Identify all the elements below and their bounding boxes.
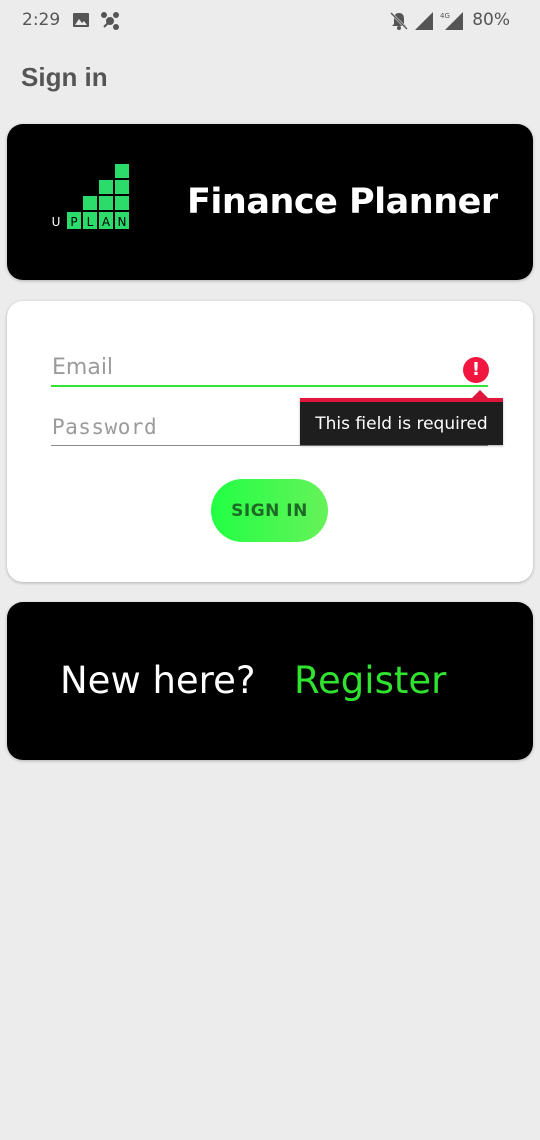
- uplan-logo: U P L A N: [49, 164, 139, 234]
- signal-4g-icon: 4G: [440, 11, 464, 36]
- app-title: Finance Planner: [187, 182, 498, 222]
- register-card: New here? Register: [7, 602, 533, 760]
- svg-text:A: A: [102, 215, 111, 229]
- error-message: This field is required: [315, 413, 488, 434]
- image-icon: [72, 11, 90, 34]
- error-tooltip: This field is required: [300, 398, 503, 445]
- network-type: 4G: [440, 12, 450, 20]
- svg-text:L: L: [87, 215, 94, 229]
- register-link[interactable]: Register: [294, 659, 446, 702]
- app-notification-icon: [100, 11, 120, 36]
- battery-level: 80%: [472, 10, 510, 30]
- signal-icon: [414, 11, 434, 36]
- email-input[interactable]: [51, 351, 452, 383]
- svg-text:P: P: [70, 215, 77, 229]
- signin-button[interactable]: SIGN IN: [211, 479, 328, 542]
- svg-text:U: U: [52, 215, 61, 229]
- status-bar: 2:29 4G 80%: [0, 0, 540, 42]
- email-error-icon[interactable]: !: [463, 357, 489, 383]
- tooltip-arrow: [472, 390, 488, 398]
- page-title: Sign in: [21, 62, 108, 92]
- status-time: 2:29: [22, 10, 61, 30]
- notifications-off-icon: [389, 11, 409, 36]
- email-field-container: [51, 351, 488, 387]
- new-here-text: New here?: [60, 659, 256, 702]
- svg-text:N: N: [118, 215, 127, 229]
- brand-card: U P L A N Finance Planner: [7, 124, 533, 280]
- signin-form-card: ! This field is required SIGN IN: [7, 301, 533, 582]
